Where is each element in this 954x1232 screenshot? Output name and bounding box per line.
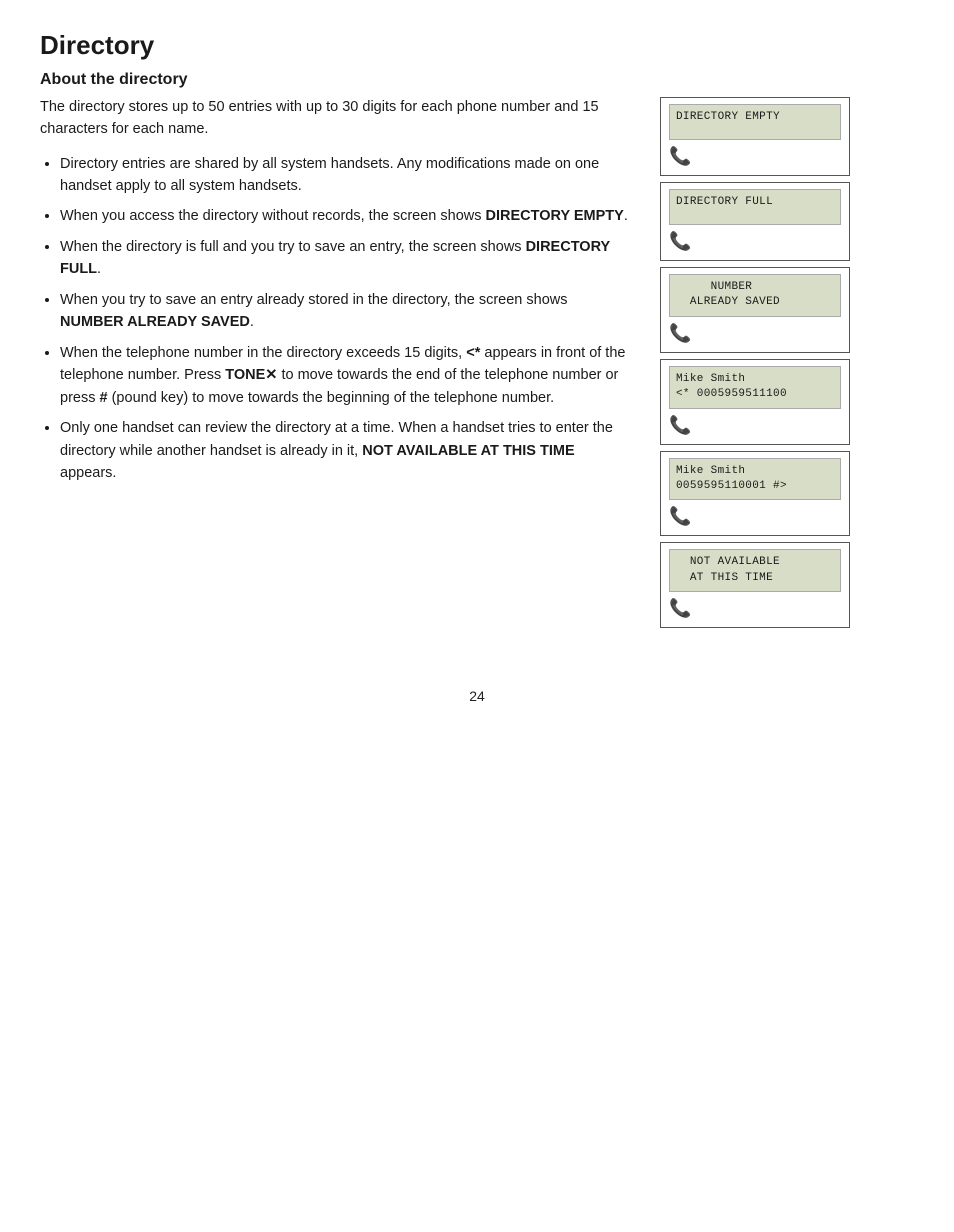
screen-box-2: DIRECTORY FULL 📞 <box>660 182 850 261</box>
screen-display-5: Mike Smith 0059595110001 #> <box>669 458 841 501</box>
left-column: The directory stores up to 50 entries wi… <box>40 97 630 493</box>
section-heading: About the directory <box>40 71 914 89</box>
page-number: 24 <box>40 688 914 704</box>
handset-icon-1: 📞 <box>669 146 691 166</box>
screen-display-6: NOT AVAILABLE AT THIS TIME <box>669 549 841 592</box>
handset-icon-2: 📞 <box>669 231 691 251</box>
handset-icon-6: 📞 <box>669 598 691 618</box>
list-item: When the directory is full and you try t… <box>60 236 630 281</box>
list-item: When you access the directory without re… <box>60 205 630 227</box>
screen-display-4: Mike Smith <* 0005959511100 <box>669 366 841 409</box>
handset-icon-5: 📞 <box>669 506 691 526</box>
screen-display-3: NUMBER ALREADY SAVED <box>669 274 841 317</box>
screen-box-5: Mike Smith 0059595110001 #> 📞 <box>660 451 850 537</box>
main-layout: The directory stores up to 50 entries wi… <box>40 97 914 628</box>
list-item: When you try to save an entry already st… <box>60 289 630 334</box>
intro-text: The directory stores up to 50 entries wi… <box>40 97 630 141</box>
list-item: Directory entries are shared by all syst… <box>60 153 630 198</box>
screen-box-3: NUMBER ALREADY SAVED 📞 <box>660 267 850 353</box>
screen-box-6: NOT AVAILABLE AT THIS TIME 📞 <box>660 542 850 628</box>
screen-box-1: DIRECTORY EMPTY 📞 <box>660 97 850 176</box>
handset-icon-3: 📞 <box>669 323 691 343</box>
page-title: Directory <box>40 30 914 61</box>
right-column: DIRECTORY EMPTY 📞 DIRECTORY FULL 📞 NUMBE… <box>660 97 860 628</box>
screen-display-2: DIRECTORY FULL <box>669 189 841 225</box>
list-item: When the telephone number in the directo… <box>60 342 630 409</box>
screen-box-4: Mike Smith <* 0005959511100 📞 <box>660 359 850 445</box>
handset-icon-4: 📞 <box>669 415 691 435</box>
list-item: Only one handset can review the director… <box>60 417 630 484</box>
bullet-list: Directory entries are shared by all syst… <box>40 153 630 485</box>
screen-display-1: DIRECTORY EMPTY <box>669 104 841 140</box>
